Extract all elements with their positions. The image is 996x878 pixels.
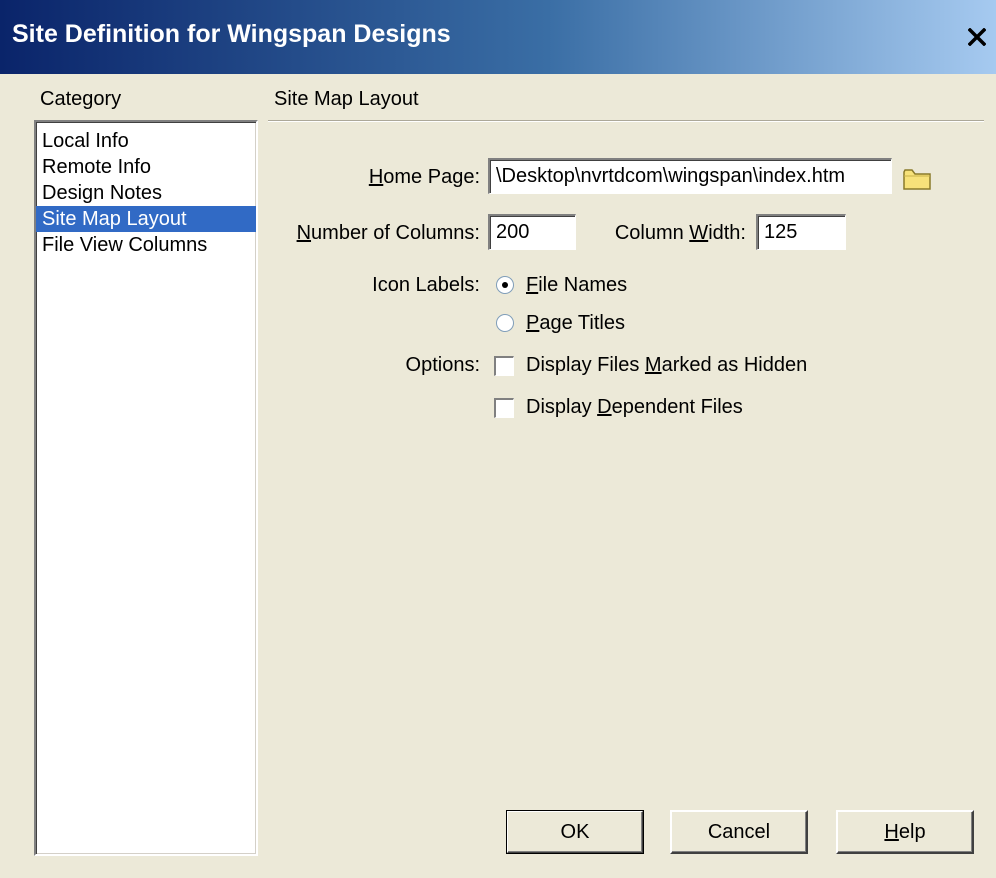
ok-button[interactable]: OK — [506, 810, 644, 854]
section-divider — [268, 120, 984, 122]
category-item-file-view-columns[interactable]: File View Columns — [36, 232, 256, 258]
category-item-local-info[interactable]: Local Info — [36, 128, 256, 154]
category-item-site-map-layout[interactable]: Site Map Layout — [36, 206, 256, 232]
display-hidden-files-checkbox[interactable] — [494, 356, 514, 376]
section-title: Site Map Layout — [274, 88, 419, 110]
options-label: Options: — [405, 354, 480, 376]
dialog-title: Site Definition for Wingspan Designs — [12, 20, 451, 48]
category-list[interactable]: Local Info Remote Info Design Notes Site… — [34, 120, 258, 856]
home-page-field[interactable]: \Desktop\nvrtdcom\wingspan\index.htm — [488, 158, 892, 194]
home-page-label: Home Page: — [368, 166, 480, 188]
category-item-design-notes[interactable]: Design Notes — [36, 180, 256, 206]
display-dependent-files-label[interactable]: Display Dependent Files — [526, 396, 743, 419]
column-width-field[interactable]: 125 — [756, 214, 846, 250]
category-item-remote-info[interactable]: Remote Info — [36, 154, 256, 180]
folder-icon — [903, 169, 931, 190]
file-names-radio[interactable] — [496, 276, 514, 294]
close-button[interactable] — [962, 22, 992, 52]
number-of-columns-label: Number of Columns: — [296, 222, 480, 244]
column-width-label: Column Width: — [614, 222, 746, 244]
browse-folder-button[interactable] — [902, 166, 932, 197]
display-dependent-files-checkbox[interactable] — [494, 398, 514, 418]
icon-labels-label: Icon Labels: — [372, 274, 480, 296]
site-definition-dialog: Site Definition for Wingspan Designs Cat… — [0, 0, 996, 878]
cancel-button[interactable]: Cancel — [670, 810, 808, 854]
page-titles-radio[interactable] — [496, 314, 514, 332]
display-hidden-files-label[interactable]: Display Files Marked as Hidden — [526, 354, 807, 377]
title-bar[interactable]: Site Definition for Wingspan Designs — [0, 0, 996, 74]
category-label: Category — [40, 88, 122, 110]
help-button[interactable]: Help — [836, 810, 974, 854]
number-of-columns-field[interactable]: 200 — [488, 214, 576, 250]
file-names-label[interactable]: File Names — [526, 274, 627, 297]
page-titles-label[interactable]: Page Titles — [526, 312, 625, 335]
close-icon — [968, 28, 986, 46]
